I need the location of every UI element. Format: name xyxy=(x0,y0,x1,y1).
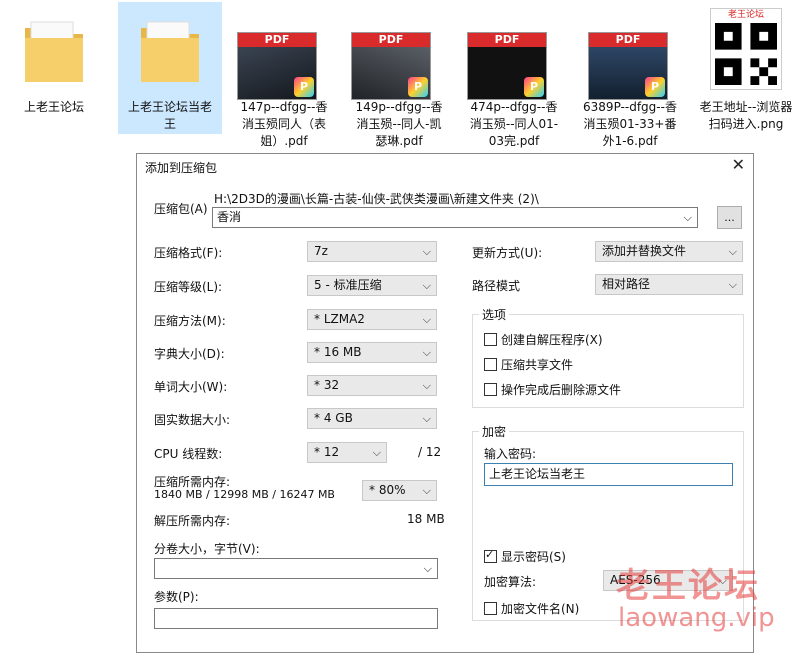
pdf-thumbnail: PDF P xyxy=(467,32,547,100)
dialog-title: 添加到压缩包 xyxy=(145,161,218,175)
shared-files-checkbox[interactable]: 压缩共享文件 xyxy=(484,356,573,373)
chevron-down-icon[interactable]: ⌵ xyxy=(424,559,432,578)
close-icon[interactable]: ✕ xyxy=(732,155,745,174)
solid-label: 固实数据大小: xyxy=(154,413,231,427)
split-label: 分卷大小，字节(V): xyxy=(154,542,260,556)
folder-icon xyxy=(141,21,199,82)
pdf-file-item[interactable]: PDF P 6389P--dfgg--香消玉殒01-33+番外1-6.pdf xyxy=(578,2,682,148)
encryption-method-label: 加密算法: xyxy=(484,575,537,589)
pdf-app-icon: P xyxy=(408,77,428,97)
chevron-down-icon: ⌵ xyxy=(422,412,431,425)
watermark-text: 老王论坛 xyxy=(616,566,760,606)
archive-path: H:\2D3D的漫画\长篇-古装-仙侠-武侠类漫画\新建文件夹 (2)\ xyxy=(214,192,539,206)
chevron-down-icon: ⌵ xyxy=(372,446,381,459)
archive-label: 压缩包(A) xyxy=(154,202,208,216)
format-label: 压缩格式(F): xyxy=(154,246,223,260)
pdf-thumbnail: PDF P xyxy=(237,32,317,100)
folder-icon xyxy=(25,21,83,82)
params-input[interactable] xyxy=(154,608,438,629)
chevron-down-icon: ⌵ xyxy=(422,279,431,292)
decomp-label: 解压所需内存: xyxy=(154,514,231,528)
word-label: 单词大小(W): xyxy=(154,380,228,394)
chevron-down-icon: ⌵ xyxy=(422,313,431,326)
format-select[interactable]: 7z ⌵ xyxy=(307,241,437,262)
mem-detail: 1840 MB / 12998 MB / 16247 MB xyxy=(154,488,335,501)
chevron-down-icon[interactable]: ⌵ xyxy=(684,208,692,227)
pdf-thumbnail: PDF P xyxy=(588,32,668,100)
checkbox-icon xyxy=(484,602,497,615)
checkbox-icon xyxy=(484,358,497,371)
chevron-down-icon: ⌵ xyxy=(422,484,431,497)
chevron-down-icon: ⌵ xyxy=(422,379,431,392)
path-mode-select[interactable]: 相对路径 ⌵ xyxy=(595,274,743,295)
solid-select[interactable]: * 4 GB ⌵ xyxy=(307,408,437,429)
mem-select[interactable]: * 80% ⌵ xyxy=(362,480,437,501)
params-label: 参数(P): xyxy=(154,590,199,604)
pdf-file-item[interactable]: PDF P 149p--dfgg--香消玉殒--同人-凯瑟琳.pdf xyxy=(348,2,450,148)
options-title: 选项 xyxy=(479,306,510,323)
chevron-down-icon: ⌵ xyxy=(728,278,737,291)
chevron-down-icon: ⌵ xyxy=(728,245,737,258)
folder-item-selected[interactable]: 上老王论坛当老王 xyxy=(118,2,222,134)
checkbox-icon xyxy=(484,333,497,346)
method-label: 压缩方法(M): xyxy=(154,314,226,328)
image-file-item[interactable]: 老王论坛 老王地址--浏览器扫码进入.png xyxy=(694,2,798,134)
cpu-select[interactable]: * 12 ⌵ xyxy=(307,442,387,463)
chevron-down-icon: ⌵ xyxy=(422,346,431,359)
pdf-app-icon: P xyxy=(645,77,665,97)
level-select[interactable]: 5 - 标准压缩 ⌵ xyxy=(307,275,437,296)
path-mode-label: 路径模式 xyxy=(472,279,521,293)
pdf-app-icon: P xyxy=(524,77,544,97)
dict-label: 字典大小(D): xyxy=(154,347,225,361)
qr-thumbnail: 老王论坛 xyxy=(710,8,782,90)
password-label: 输入密码: xyxy=(484,447,537,461)
update-label: 更新方式(U): xyxy=(472,246,543,260)
checkbox-icon xyxy=(484,383,497,396)
checkbox-checked-icon xyxy=(484,548,497,563)
cpu-total: / 12 xyxy=(418,445,442,459)
dict-select[interactable]: * 16 MB ⌵ xyxy=(307,342,437,363)
folder-item[interactable]: 上老王论坛 xyxy=(4,2,104,134)
method-select[interactable]: * LZMA2 ⌵ xyxy=(307,309,437,330)
pdf-file-item[interactable]: PDF P 147p--dfgg--香消玉殒同人（表姐）.pdf xyxy=(232,2,336,148)
cpu-label: CPU 线程数: xyxy=(154,447,223,461)
pdf-thumbnail: PDF P xyxy=(351,32,431,100)
show-password-checkbox[interactable]: 显示密码(S) xyxy=(484,548,566,565)
encryption-title: 加密 xyxy=(479,423,510,440)
update-mode-select[interactable]: 添加并替换文件 ⌵ xyxy=(595,241,743,262)
pdf-app-icon: P xyxy=(294,77,314,97)
delete-source-checkbox[interactable]: 操作完成后删除源文件 xyxy=(484,381,621,398)
chevron-down-icon: ⌵ xyxy=(422,245,431,258)
encrypt-names-checkbox[interactable]: 加密文件名(N) xyxy=(484,600,579,617)
split-size-input[interactable]: ⌵ xyxy=(154,558,438,579)
qr-code-icon xyxy=(715,23,777,85)
level-label: 压缩等级(L): xyxy=(154,280,223,294)
password-input[interactable]: 上老王论坛当老王 xyxy=(484,463,733,486)
browse-button[interactable]: ... xyxy=(717,206,742,229)
archive-name-input[interactable]: 香消 ⌵ xyxy=(212,207,698,228)
decomp-value: 18 MB xyxy=(407,512,445,526)
word-select[interactable]: * 32 ⌵ xyxy=(307,375,437,396)
sfx-checkbox[interactable]: 创建自解压程序(X) xyxy=(484,331,603,348)
watermark-url: laowang.vip xyxy=(618,603,775,633)
pdf-file-item[interactable]: PDF P 474p--dfgg--香消玉殒--同人01-03完.pdf xyxy=(462,2,566,148)
